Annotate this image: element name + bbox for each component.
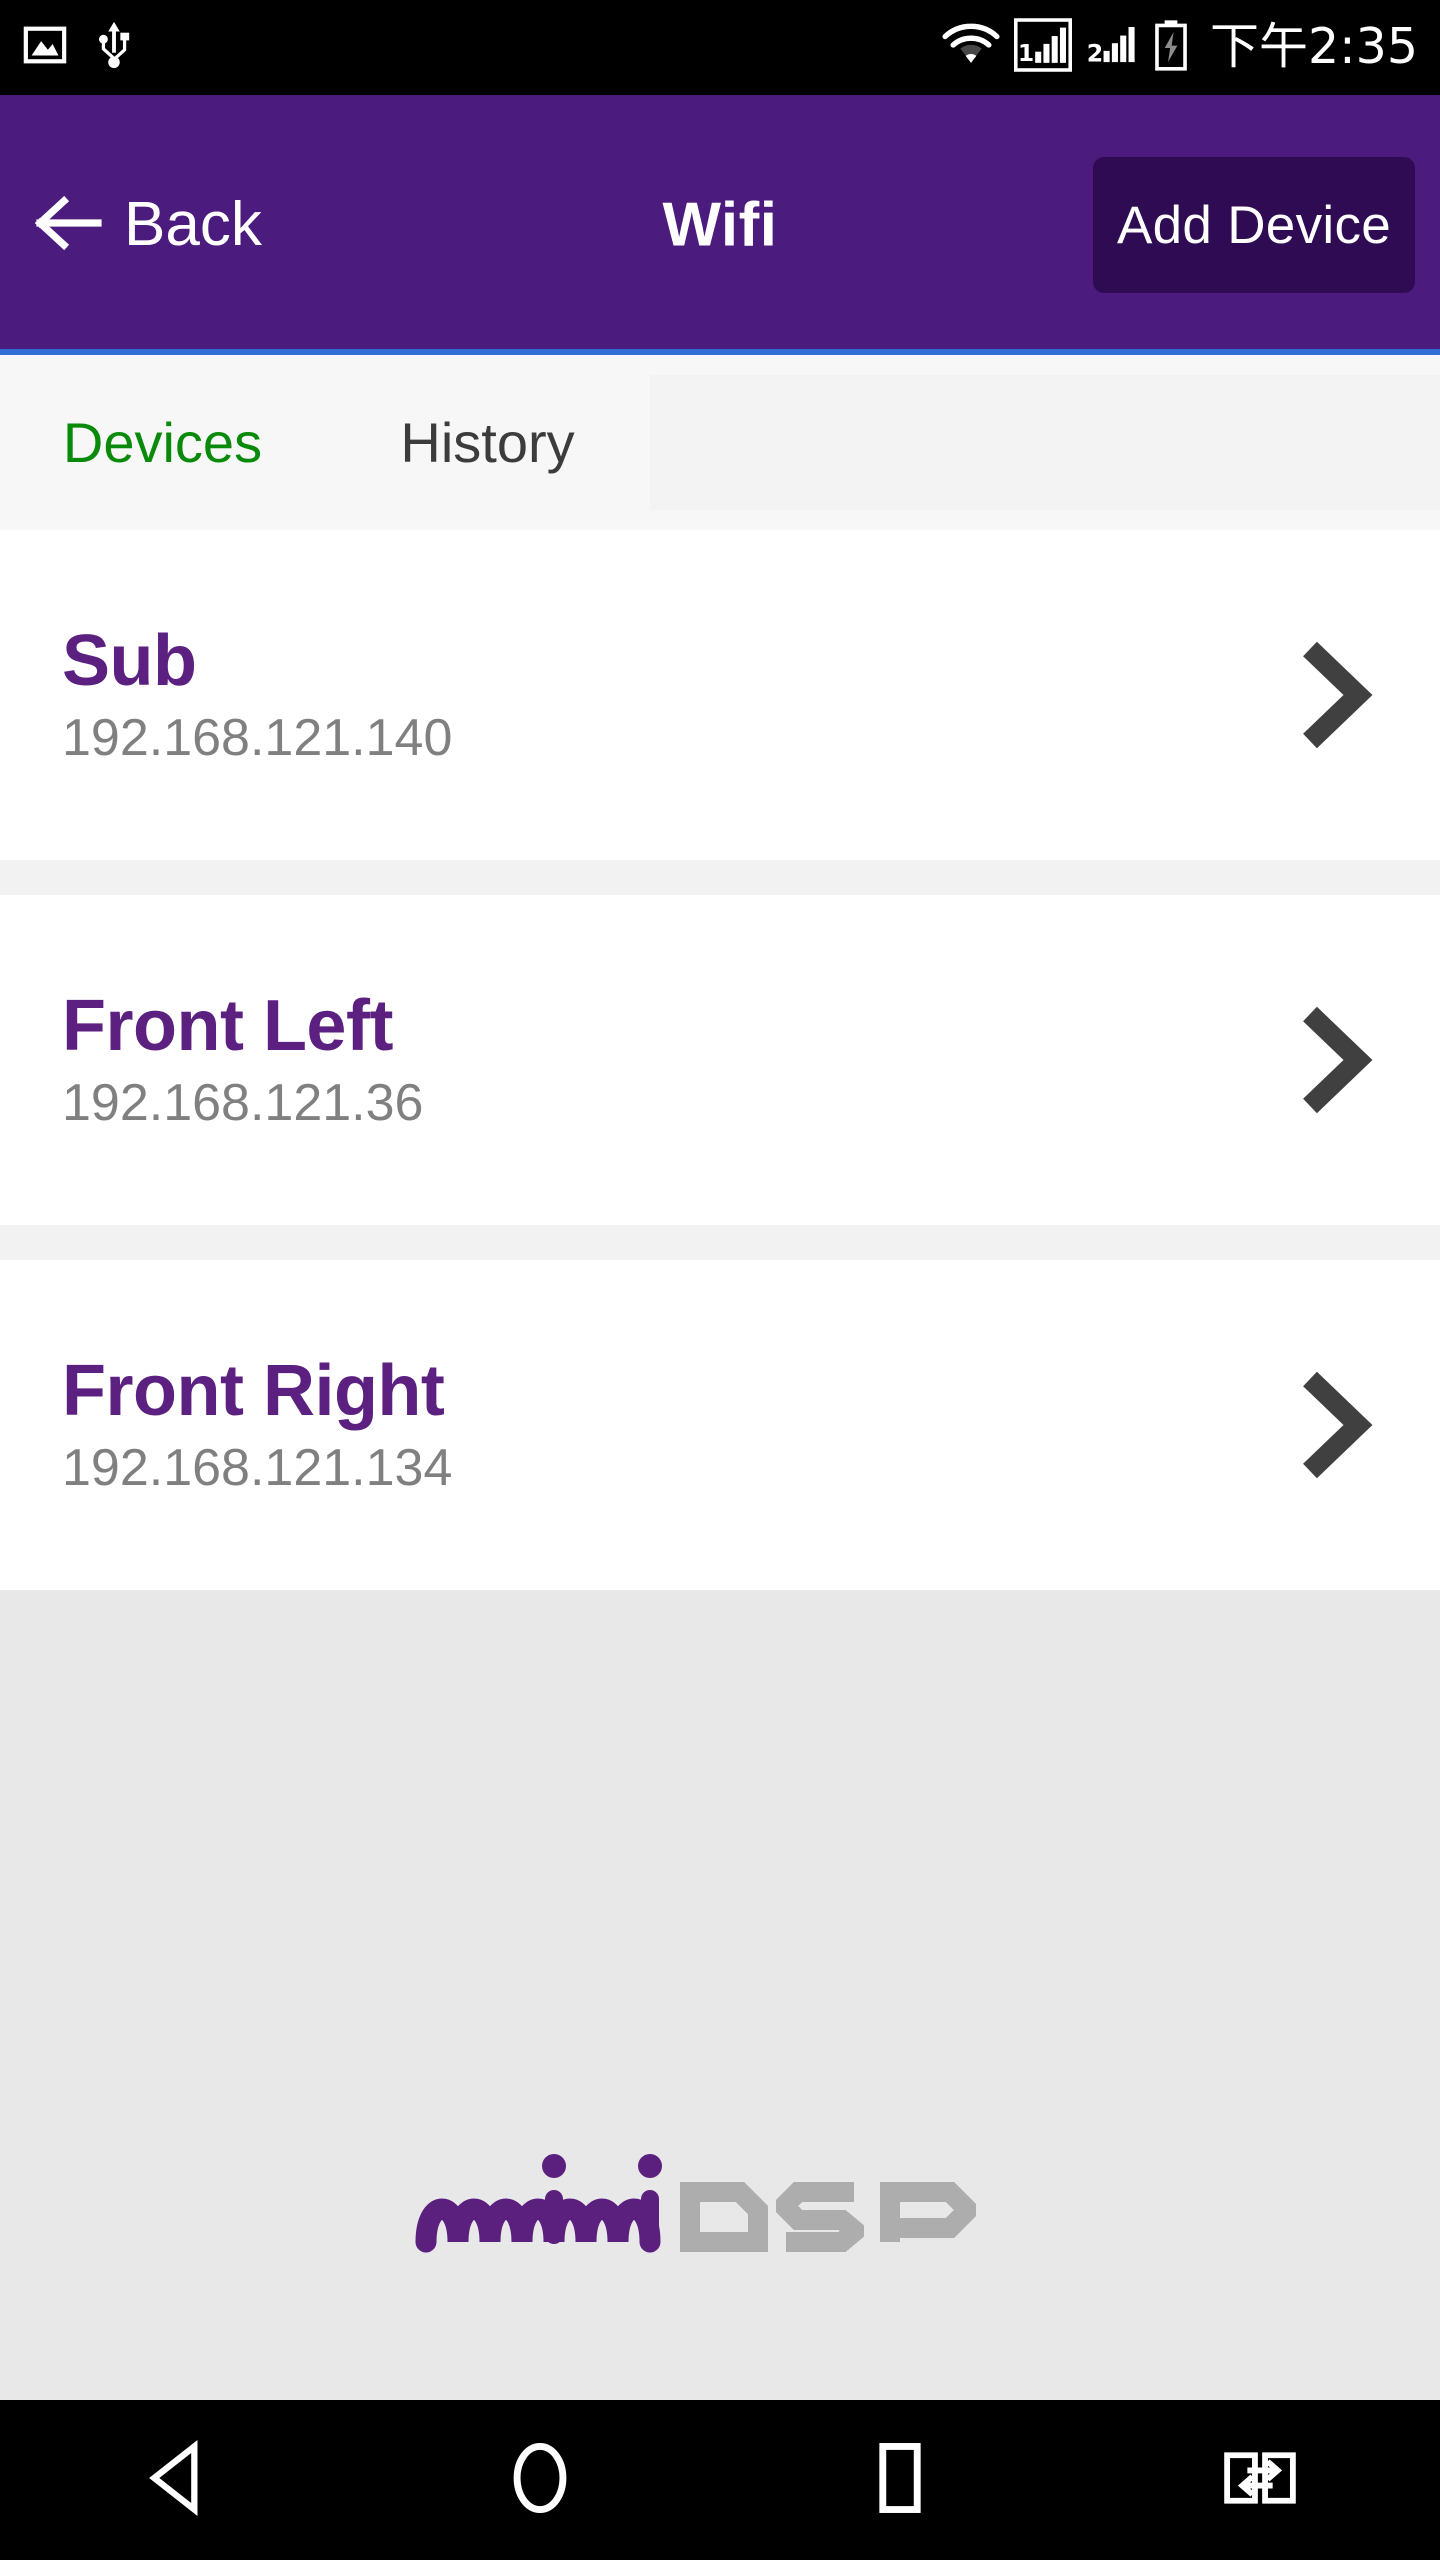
svg-text:1: 1: [1018, 39, 1034, 67]
row-separator: [0, 1225, 1440, 1260]
circle-icon: [497, 2435, 583, 2526]
device-name: Sub: [62, 620, 197, 701]
tab-bar-filler: [650, 375, 1440, 510]
chevron-right-icon: [1284, 1367, 1380, 1483]
status-bar-right-icons: 1 2 下午2:35: [942, 18, 1418, 77]
chevron-right-icon: [1284, 1002, 1380, 1118]
home-nav-button[interactable]: [360, 2400, 720, 2560]
back-nav-button[interactable]: [0, 2400, 360, 2560]
device-info: Front Left 192.168.121.36: [62, 985, 424, 1133]
tab-bar: Devices History: [0, 355, 1440, 530]
device-info: Sub 192.168.121.140: [62, 620, 453, 768]
status-bar-clock: 下午2:35: [1209, 17, 1418, 75]
triangle-left-icon: [137, 2435, 223, 2526]
device-ip: 192.168.121.36: [62, 1074, 424, 1133]
system-navigation-bar: [0, 2400, 1440, 2560]
device-list: Sub 192.168.121.140 Front Left 192.168.1…: [0, 530, 1440, 1590]
app-header: Back Wifi Add Device: [0, 95, 1440, 355]
status-bar-left-icons: [22, 20, 134, 75]
status-bar: 1 2 下午2:35: [0, 0, 1440, 95]
wifi-icon: [942, 22, 1000, 73]
device-ip: 192.168.121.140: [62, 709, 453, 768]
back-button[interactable]: Back: [18, 180, 278, 270]
image-icon: [22, 22, 68, 73]
add-device-button[interactable]: Add Device: [1093, 157, 1415, 293]
usb-icon: [94, 20, 134, 75]
device-name: Front Right: [62, 1350, 445, 1431]
device-info: Front Right 192.168.121.134: [62, 1350, 453, 1498]
screen-swap-icon: [1217, 2435, 1303, 2526]
device-ip: 192.168.121.134: [62, 1439, 453, 1498]
empty-content-area: [0, 1592, 1440, 2400]
back-button-label: Back: [124, 190, 262, 259]
sim1-signal-icon: 1: [1013, 18, 1072, 77]
chevron-right-icon: [1284, 637, 1380, 753]
battery-charging-icon: [1154, 19, 1188, 76]
minidsp-logo: [410, 2138, 1030, 2268]
table-row[interactable]: Front Right 192.168.121.134: [0, 1260, 1440, 1590]
minidsp-logo-graphic: [415, 2154, 976, 2253]
device-name: Front Left: [62, 985, 393, 1066]
split-screen-nav-button[interactable]: [1080, 2400, 1440, 2560]
sim2-signal-icon: 2: [1086, 20, 1140, 75]
tab-devices[interactable]: Devices: [0, 355, 325, 530]
tab-history[interactable]: History: [325, 355, 650, 530]
square-icon: [857, 2435, 943, 2526]
row-separator: [0, 860, 1440, 895]
phone-screen: 1 2 下午2:35 Back Wifi Add Device Devices …: [0, 0, 1440, 2560]
svg-text:2: 2: [1087, 39, 1103, 67]
table-row[interactable]: Sub 192.168.121.140: [0, 530, 1440, 860]
recents-nav-button[interactable]: [720, 2400, 1080, 2560]
arrow-left-icon: [34, 195, 106, 256]
table-row[interactable]: Front Left 192.168.121.36: [0, 895, 1440, 1225]
